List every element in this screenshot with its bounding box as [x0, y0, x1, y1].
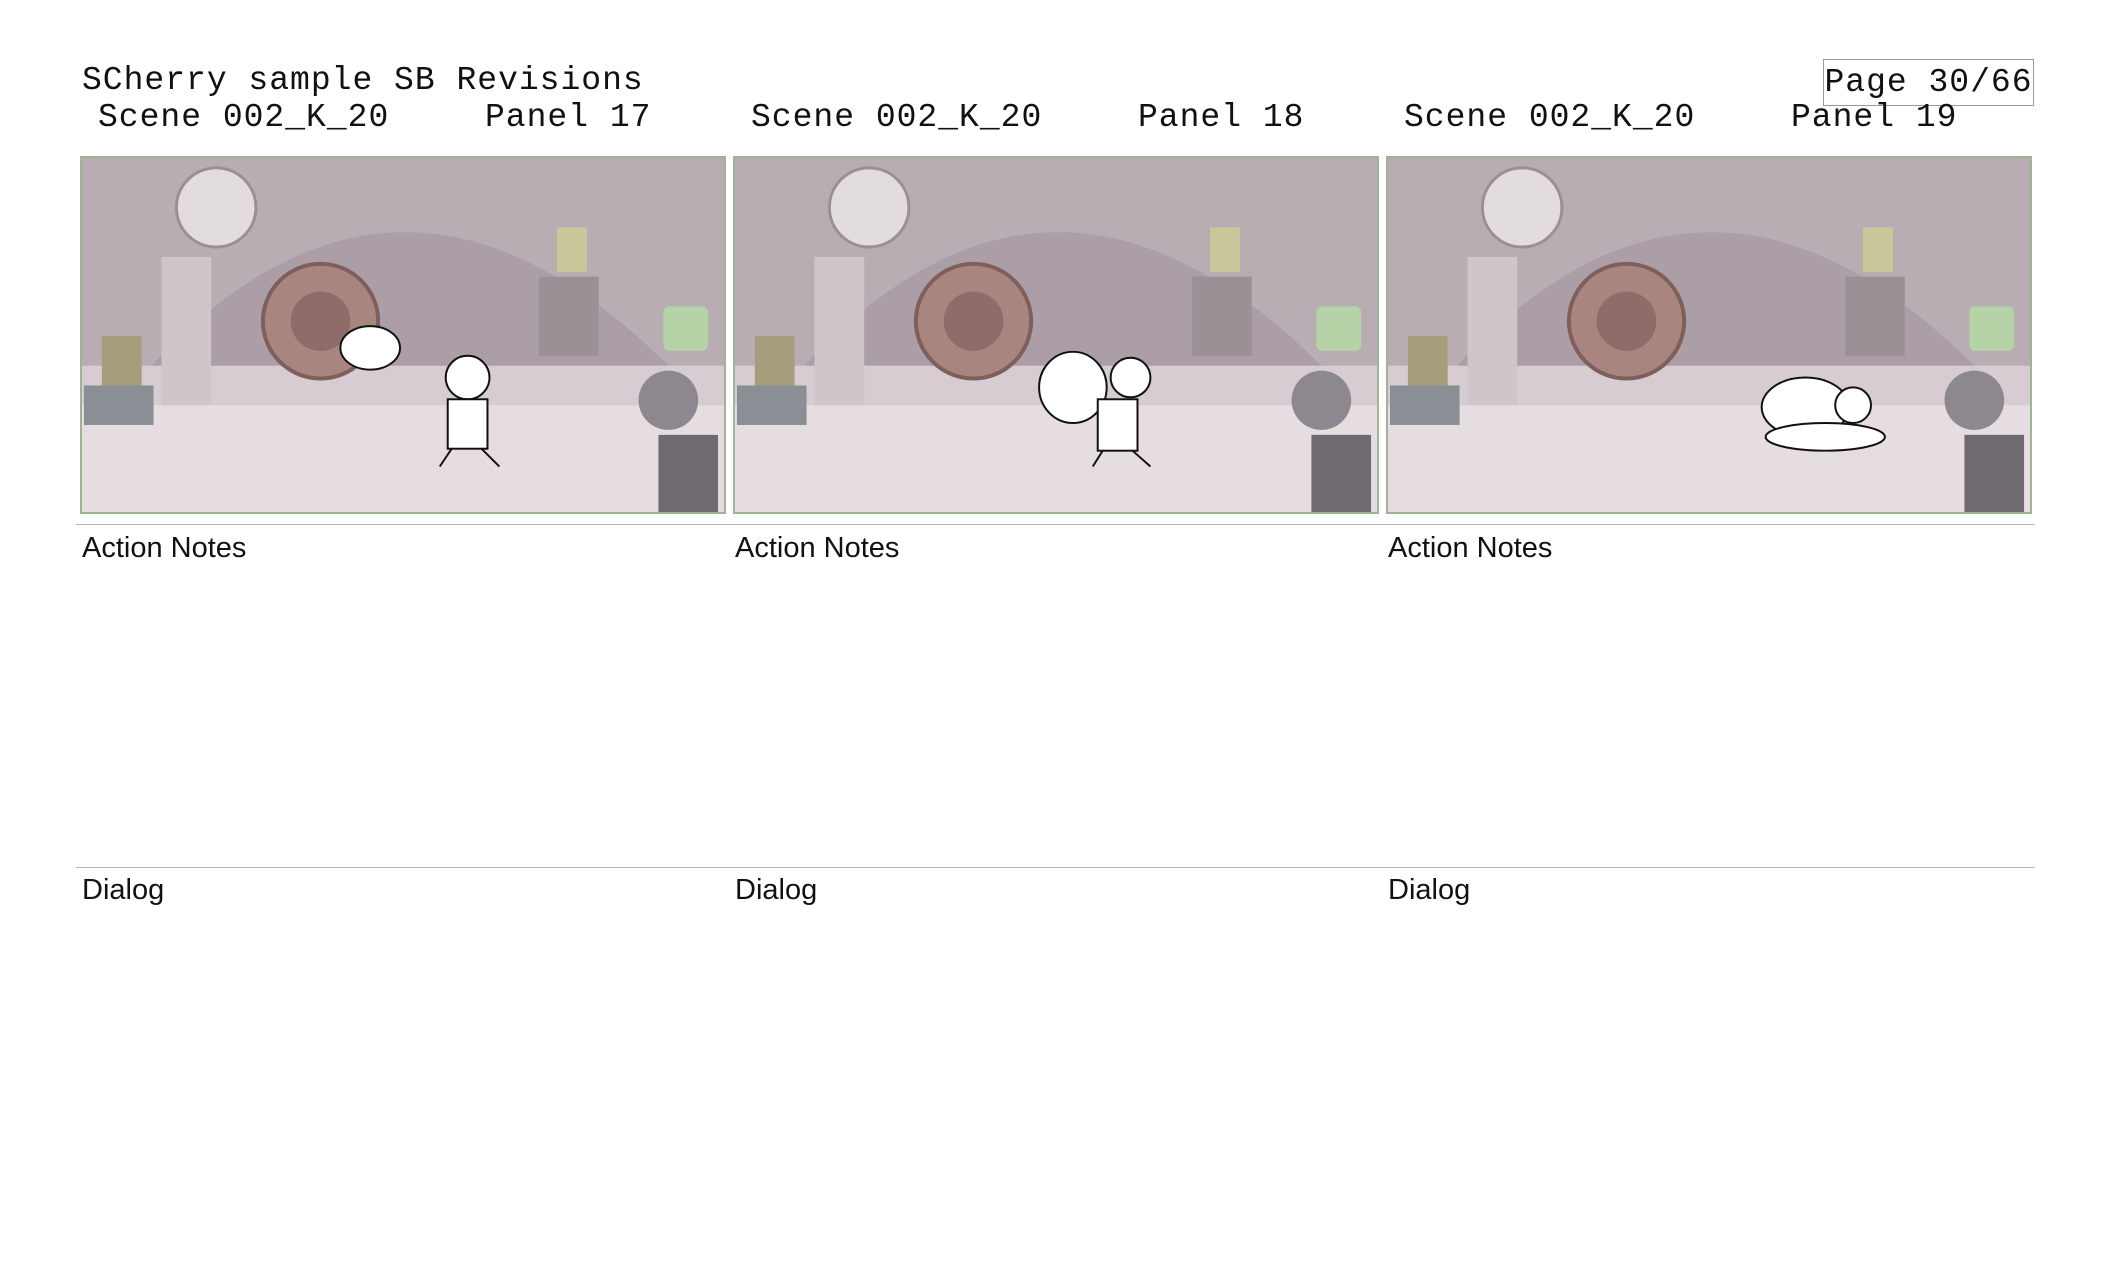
dialog-label: Dialog: [735, 874, 818, 906]
dialog-label: Dialog: [1388, 874, 1471, 906]
scene-label: Scene 002_K_20: [1404, 99, 1696, 136]
panel-number: Panel 17: [485, 99, 652, 136]
storyboard-panel-17: Scene 002_K_20 Panel 17 Action Notes Dia…: [80, 0, 728, 1276]
panel-header: Scene 002_K_20 Panel 19: [1386, 99, 2034, 143]
panel-frame-image: [733, 156, 1379, 514]
action-notes-label: Action Notes: [82, 532, 247, 564]
workshop-scene-drawing: [1388, 158, 2030, 512]
storyboard-panel-18: Scene 002_K_20 Panel 18 Action Notes Dia…: [733, 0, 1381, 1276]
workshop-scene-drawing: [735, 158, 1377, 512]
panel-frame-image: [80, 156, 726, 514]
panel-number: Panel 19: [1791, 99, 1958, 136]
panel-header: Scene 002_K_20 Panel 17: [80, 99, 728, 143]
scene-label: Scene 002_K_20: [98, 99, 390, 136]
workshop-scene-drawing: [82, 158, 724, 512]
panel-frame-image: [1386, 156, 2032, 514]
action-notes-label: Action Notes: [735, 532, 900, 564]
action-notes-label: Action Notes: [1388, 532, 1553, 564]
panel-number: Panel 18: [1138, 99, 1305, 136]
storyboard-panel-19: Scene 002_K_20 Panel 19 Action Notes Dia…: [1386, 0, 2034, 1276]
scene-label: Scene 002_K_20: [751, 99, 1043, 136]
panel-header: Scene 002_K_20 Panel 18: [733, 99, 1381, 143]
dialog-label: Dialog: [82, 874, 165, 906]
